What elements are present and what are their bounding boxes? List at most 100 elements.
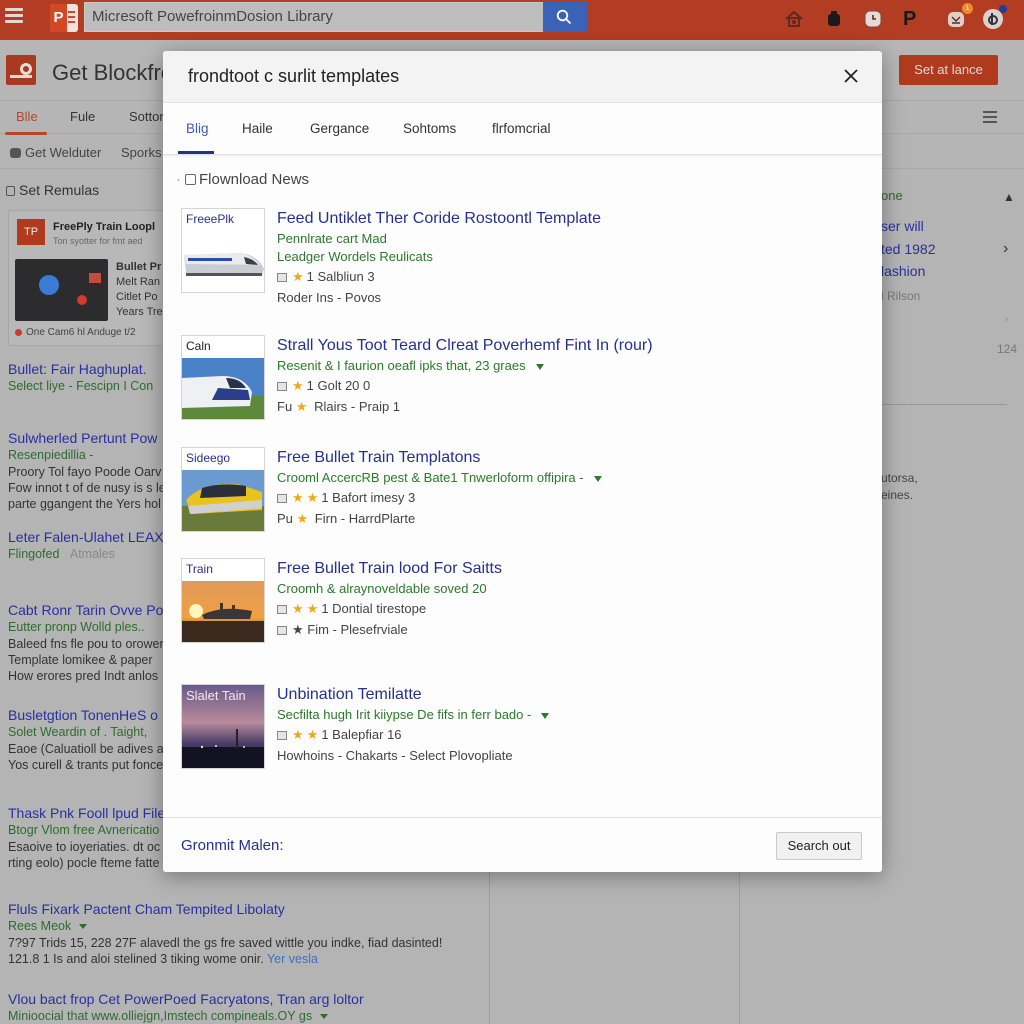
star-icon: ★ [306, 490, 319, 505]
notifications-icon[interactable]: 1 [945, 3, 973, 30]
result-source: Minioocial that www.olliejgn,Imstech com… [8, 1008, 488, 1024]
chevron-down-icon[interactable] [535, 363, 544, 370]
home-icon[interactable] [783, 8, 805, 30]
chevron-up-icon[interactable]: ▲ [1003, 190, 1015, 204]
menu-icon[interactable] [983, 111, 997, 123]
card-footer: One Cam6 hl Anduge t/2 [15, 327, 136, 338]
result-meta: ★ ★ 1 Dontial tirestope [277, 598, 502, 619]
template-thumbnail[interactable]: FreeePlk [181, 208, 265, 293]
set-balance-button[interactable]: Set at lance [899, 55, 998, 85]
result-source-text: Secfilta hugh Irit kiiypse De fifs in fe… [277, 707, 532, 722]
subnav-sporks[interactable]: Sporks [121, 145, 161, 160]
slides-icon [277, 731, 287, 740]
chat-icon [10, 148, 21, 158]
panel-text: utorsa, [881, 471, 918, 485]
panel-count: 124 [997, 342, 1018, 356]
checkbox-icon[interactable] [277, 273, 287, 282]
result-source-text: Crooml AccercRB pest & Bate1 Tnwerloform… [277, 470, 584, 485]
section-heading: · Flownload News [176, 171, 310, 188]
panel-text: eines. [881, 488, 914, 502]
panel-link[interactable]: ted 1982 [881, 241, 936, 257]
result-title[interactable]: Vlou bact frop Cet PowerPoed Facryatons,… [8, 990, 488, 1008]
result-meta: Fu ★ Rlairs - Praip 1 [277, 399, 401, 414]
tab-blle[interactable]: Blle [16, 109, 38, 124]
result-title[interactable]: Feed Untiklet Ther Coride Rostoontl Temp… [277, 208, 601, 230]
result-link[interactable]: Yer vesla [267, 952, 318, 966]
tab-sohtoms[interactable]: Sohtoms [403, 121, 456, 136]
result-meta: ★ 1 Salbliun 3 [277, 266, 601, 287]
panel-link[interactable]: ser will [881, 218, 924, 234]
footer-label: Gronmit Malen: [181, 837, 284, 854]
tab-blig[interactable]: Blig [186, 121, 209, 136]
result-source: Pennlrate cart Mad [277, 231, 387, 246]
train-image [182, 581, 264, 642]
list-item: Vlou bact frop Cet PowerPoed Facryatons,… [8, 990, 488, 1024]
account-avatar-icon[interactable] [982, 5, 1007, 30]
status-dot [999, 5, 1007, 13]
result-title[interactable]: Fluls Fixark Pactent Cham Tempited Libol… [8, 900, 488, 918]
subnav-get-welduter[interactable]: Get Welduter [10, 145, 101, 160]
subnav-label: Get Welduter [25, 145, 102, 160]
chevron-down-icon[interactable] [541, 712, 550, 719]
result-body: Strall Yous Toot Teard Clreat Poverhemf … [277, 335, 653, 417]
checkbox-icon[interactable] [277, 382, 287, 391]
panel-link[interactable]: lashion [881, 263, 925, 279]
tab-haile[interactable]: Haile [242, 121, 273, 136]
result-body: Free Bullet Train lood For Saitts Croomh… [277, 558, 502, 640]
template-thumbnail[interactable]: Slalet Tain [181, 684, 265, 769]
star-icon: ★ [292, 490, 304, 505]
tab-gergance[interactable]: Gergance [310, 121, 369, 136]
result-title[interactable]: Free Bullet Train Templatons [277, 447, 602, 469]
result-meta: ★ ★ 1 Bafort imesy 3 [277, 487, 602, 508]
download-icon [185, 174, 196, 185]
card-line: Citlet Po [116, 291, 158, 303]
search-out-button[interactable]: Search out [776, 832, 862, 860]
tab-sotton[interactable]: Sotton [129, 109, 167, 124]
result-source: Crooml AccercRB pest & Bate1 Tnwerloform… [277, 469, 602, 487]
result-meta-text: ★ Fim - Plesefrviale [292, 622, 408, 637]
bag-icon[interactable] [823, 8, 845, 30]
chevron-down-icon[interactable] [593, 475, 602, 482]
close-button[interactable] [842, 67, 860, 85]
result-link[interactable]: Atmales [69, 547, 116, 563]
result-source-text: Flingofed [8, 547, 60, 561]
result-source: Resenit & I faurion oeafl ipks that, 23 … [277, 357, 653, 375]
train-image [182, 358, 264, 419]
tab-flrfomcrial[interactable]: flrfomcrial [492, 121, 551, 136]
result-desc-text: 121.8 1 Is and aloi stelined 3 tiking wo… [8, 952, 264, 966]
chevron-down-icon[interactable] [320, 1014, 329, 1020]
result-source: Leadger Wordels Reulicats [277, 249, 433, 264]
p-icon[interactable]: P [903, 8, 925, 30]
record-icon [15, 328, 22, 336]
card-screenshot [15, 259, 108, 321]
result-source: Croomh & alraynoveldable soved 20 [277, 581, 487, 596]
card-line: Melt Ran [116, 276, 161, 288]
clock-icon[interactable] [862, 8, 884, 30]
slides-icon [277, 626, 287, 635]
result-source: Rees Meok [8, 918, 488, 935]
panel-text: one [881, 188, 903, 203]
result-title[interactable]: Free Bullet Train lood For Saitts [277, 558, 502, 580]
template-thumbnail[interactable]: Sideego [181, 447, 265, 532]
checkbox-icon[interactable] [277, 494, 287, 503]
card-subtitle: Ton syotter for fmt aed [53, 236, 143, 246]
chevron-down-icon[interactable] [79, 924, 88, 930]
hamburger-menu-icon[interactable] [5, 8, 23, 24]
chevron-right-icon[interactable]: › [1003, 240, 1008, 258]
result-title[interactable]: Unbination Temilatte [277, 684, 549, 706]
result-desc: 121.8 1 Is and aloi stelined 3 tiking wo… [8, 951, 488, 967]
card-line: Bullet Pr [116, 261, 162, 273]
app-logo-icon [6, 55, 36, 85]
tab-fule[interactable]: Fule [70, 109, 95, 124]
template-thumbnail[interactable]: Caln [181, 335, 265, 420]
star-icon: ★ [292, 269, 304, 284]
search-button[interactable] [543, 2, 587, 32]
result-title[interactable]: Strall Yous Toot Teard Clreat Poverhemf … [277, 335, 653, 357]
template-thumbnail[interactable]: Train [181, 558, 265, 643]
section-label-text: Set Remulas [19, 182, 100, 198]
search-input[interactable]: Micresoft PowefroinmDosion Library [84, 2, 544, 32]
result-body: Free Bullet Train Templatons Crooml Acce… [277, 447, 602, 529]
thumbnail-label: Sideego [186, 451, 231, 465]
small-arrow-icon: › [1005, 314, 1009, 325]
lock-icon [6, 186, 15, 196]
